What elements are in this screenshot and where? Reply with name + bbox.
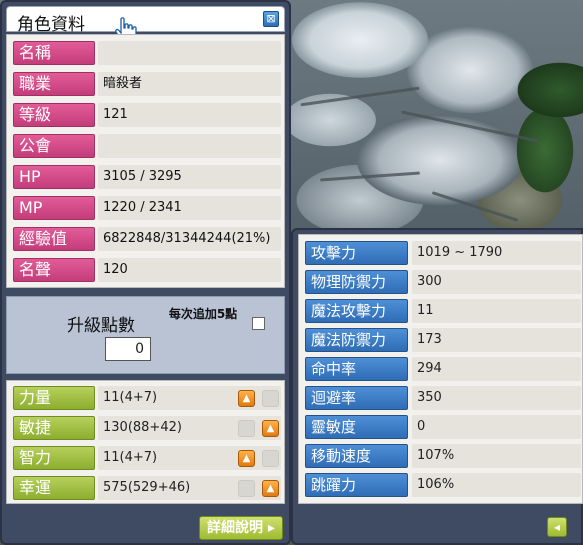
detail-value: 11: [412, 299, 581, 323]
detail-label: 跳躍力: [305, 473, 408, 497]
window-title-bar[interactable]: 角色資料 ⊠: [6, 6, 285, 43]
dex-disabled-slot: [238, 420, 255, 437]
detail-value: 173: [412, 328, 581, 352]
info-label: 公會: [13, 134, 95, 158]
detail-row-avoid: 迴避率 350: [305, 386, 581, 410]
rock-crack: [401, 110, 539, 143]
ability-points-label: 升級點數: [67, 316, 135, 336]
detail-value: 300: [412, 270, 581, 294]
detail-row-accuracy: 命中率 294: [305, 357, 581, 381]
info-value: [98, 41, 281, 65]
auto-assign-label: 每次追加5點: [168, 307, 238, 321]
detail-row-magic-atk: 魔法攻擊力 11: [305, 299, 581, 323]
stats-panel: 力量 11(4+7) ▲ 敏捷 130(88+42) ▲ 智力 11(4+7) …: [6, 380, 285, 504]
info-value: 121: [98, 103, 281, 127]
stat-row-luk: 幸運 575(529+46) ▲: [13, 476, 281, 500]
stat-row-int: 智力 11(4+7) ▲: [13, 446, 281, 470]
window-title: 角色資料: [17, 15, 85, 35]
detail-label: 迴避率: [305, 386, 408, 410]
info-value: [98, 134, 281, 158]
rock-crack: [431, 191, 519, 222]
int-disabled-slot: [262, 450, 279, 467]
info-label: 等級: [13, 103, 95, 127]
info-value: 1220 / 2341: [98, 196, 281, 220]
dex-up-button[interactable]: ▲: [262, 420, 279, 437]
info-label: HP: [13, 165, 95, 189]
info-row-mp: MP 1220 / 2341: [13, 196, 281, 220]
collapse-detail-button[interactable]: ◂: [547, 517, 567, 537]
detail-label: 魔法防禦力: [305, 328, 408, 352]
info-row-name: 名稱: [13, 41, 281, 65]
detail-value: 106%: [412, 473, 581, 497]
detail-label: 物理防禦力: [305, 270, 408, 294]
info-row-job: 職業 暗殺者: [13, 72, 281, 96]
auto-assign-checkbox[interactable]: [252, 317, 265, 330]
detail-row-attack: 攻擊力 1019 ~ 1790: [305, 241, 581, 265]
close-icon[interactable]: ⊠: [263, 11, 279, 27]
info-row-exp: 經驗值 6822848/31344244(21%): [13, 227, 281, 251]
detail-label: 移動速度: [305, 444, 408, 468]
detail-row-jump: 跳躍力 106%: [305, 473, 581, 497]
character-info-window: 角色資料 ⊠ 名稱 職業 暗殺者 等級 121 公會 HP 3105 / 329…: [0, 0, 291, 545]
info-row-level: 等級 121: [13, 103, 281, 127]
str-disabled-slot: [262, 390, 279, 407]
int-up-button[interactable]: ▲: [238, 450, 255, 467]
detail-stats-panel: 攻擊力 1019 ~ 1790 物理防禦力 300 魔法攻擊力 11 魔法防禦力…: [298, 234, 583, 504]
info-label: 經驗值: [13, 227, 95, 251]
info-panel: 名稱 職業 暗殺者 等級 121 公會 HP 3105 / 3295 MP 12…: [6, 34, 285, 288]
detail-stats-window: 攻擊力 1019 ~ 1790 物理防禦力 300 魔法攻擊力 11 魔法防禦力…: [291, 228, 583, 545]
detail-label: 命中率: [305, 357, 408, 381]
detail-label: 靈敏度: [305, 415, 408, 439]
info-label: 職業: [13, 72, 95, 96]
info-label: 名聲: [13, 258, 95, 282]
str-up-button[interactable]: ▲: [238, 390, 255, 407]
rock-crack: [300, 86, 420, 107]
stat-label: 敏捷: [13, 416, 95, 440]
info-value: 120: [98, 258, 281, 282]
detail-value: 107%: [412, 444, 581, 468]
detail-value: 294: [412, 357, 581, 381]
detail-label: 攻擊力: [305, 241, 408, 265]
info-row-guild: 公會: [13, 134, 281, 158]
info-value: 6822848/31344244(21%): [98, 227, 281, 251]
luk-disabled-slot: [238, 480, 255, 497]
stat-label: 力量: [13, 386, 95, 410]
detail-value: 350: [412, 386, 581, 410]
luk-up-button[interactable]: ▲: [262, 480, 279, 497]
info-label: MP: [13, 196, 95, 220]
detail-value: 0: [412, 415, 581, 439]
detail-row-weapon-def: 物理防禦力 300: [305, 270, 581, 294]
detail-row-hands: 靈敏度 0: [305, 415, 581, 439]
detail-row-magic-def: 魔法防禦力 173: [305, 328, 581, 352]
detail-row-speed: 移動速度 107%: [305, 444, 581, 468]
stat-row-dex: 敏捷 130(88+42) ▲: [13, 416, 281, 440]
info-label: 名稱: [13, 41, 95, 65]
info-row-hp: HP 3105 / 3295: [13, 165, 281, 189]
stat-label: 智力: [13, 446, 95, 470]
info-value: 暗殺者: [98, 72, 281, 96]
detail-label: 魔法攻擊力: [305, 299, 408, 323]
detail-info-button[interactable]: 詳細說明 ▸: [199, 516, 283, 540]
ability-points-panel: 升級點數 0 每次追加5點: [6, 296, 285, 374]
detail-value: 1019 ~ 1790: [412, 241, 581, 265]
ability-points-value: 0: [105, 337, 151, 361]
rock-crack: [320, 171, 420, 182]
stat-label: 幸運: [13, 476, 95, 500]
info-row-fame: 名聲 120: [13, 258, 281, 282]
info-value: 3105 / 3295: [98, 165, 281, 189]
stat-row-str: 力量 11(4+7) ▲: [13, 386, 281, 410]
